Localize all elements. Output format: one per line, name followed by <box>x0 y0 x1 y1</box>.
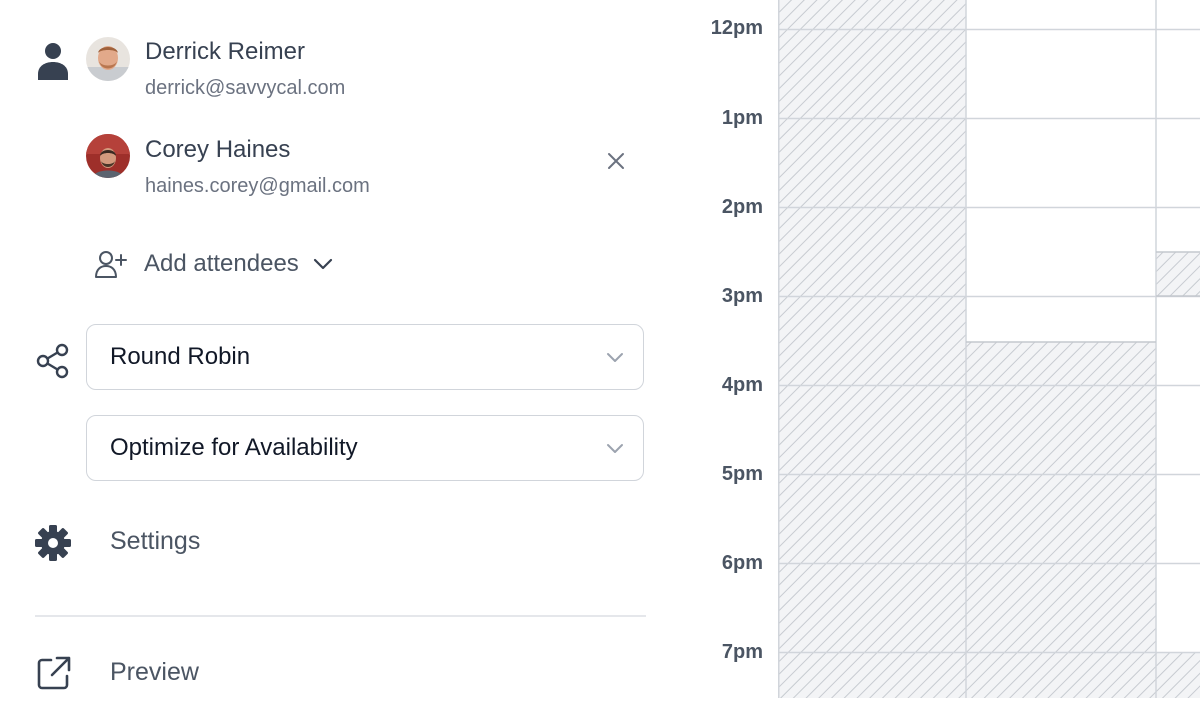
unavailable-block <box>1156 252 1200 296</box>
time-label: 2pm <box>721 196 763 218</box>
scheduling-priority-select[interactable]: Optimize for Availability <box>86 415 644 481</box>
time-label: 12pm <box>710 17 763 39</box>
scheduling-method-value: Round Robin <box>110 343 251 370</box>
attendee-email: haines.corey@gmail.com <box>145 175 370 197</box>
unavailable-block <box>966 342 1156 698</box>
avatar-corey <box>86 134 130 178</box>
gear-icon <box>33 523 73 563</box>
time-label: 3pm <box>721 285 763 307</box>
divider <box>35 615 646 617</box>
share-icon <box>35 342 71 380</box>
chevron-down-icon <box>313 258 333 270</box>
chevron-down-icon <box>605 438 625 463</box>
close-icon <box>608 153 624 169</box>
attendee-name: Corey Haines <box>145 136 291 163</box>
time-label: 4pm <box>721 374 763 396</box>
remove-attendee-button[interactable] <box>600 145 632 177</box>
attendee-corey <box>86 134 130 178</box>
user-icon <box>37 40 69 80</box>
time-label: 6pm <box>721 552 763 574</box>
settings-link[interactable]: Settings <box>110 527 200 556</box>
scheduling-method-select[interactable]: Round Robin <box>86 324 644 390</box>
scheduling-priority-value: Optimize for Availability <box>110 434 358 461</box>
time-label: 5pm <box>721 463 763 485</box>
calendar-grid[interactable] <box>778 0 1200 703</box>
attendee-name: Derrick Reimer <box>145 38 306 65</box>
attendee-derrick <box>86 37 130 81</box>
add-attendees-label: Add attendees <box>144 250 299 277</box>
add-attendees-button[interactable]: Add attendees <box>94 244 333 284</box>
external-link-icon <box>36 655 72 691</box>
time-label: 7pm <box>721 641 763 663</box>
preview-link[interactable]: Preview <box>110 658 199 687</box>
avatar-derrick <box>86 37 130 81</box>
attendee-email: derrick@savvycal.com <box>145 77 346 99</box>
user-plus-icon <box>95 251 127 278</box>
unavailable-block <box>1156 653 1200 698</box>
chevron-down-icon <box>605 347 625 372</box>
time-label: 1pm <box>721 107 763 129</box>
unavailable-block <box>778 0 966 698</box>
